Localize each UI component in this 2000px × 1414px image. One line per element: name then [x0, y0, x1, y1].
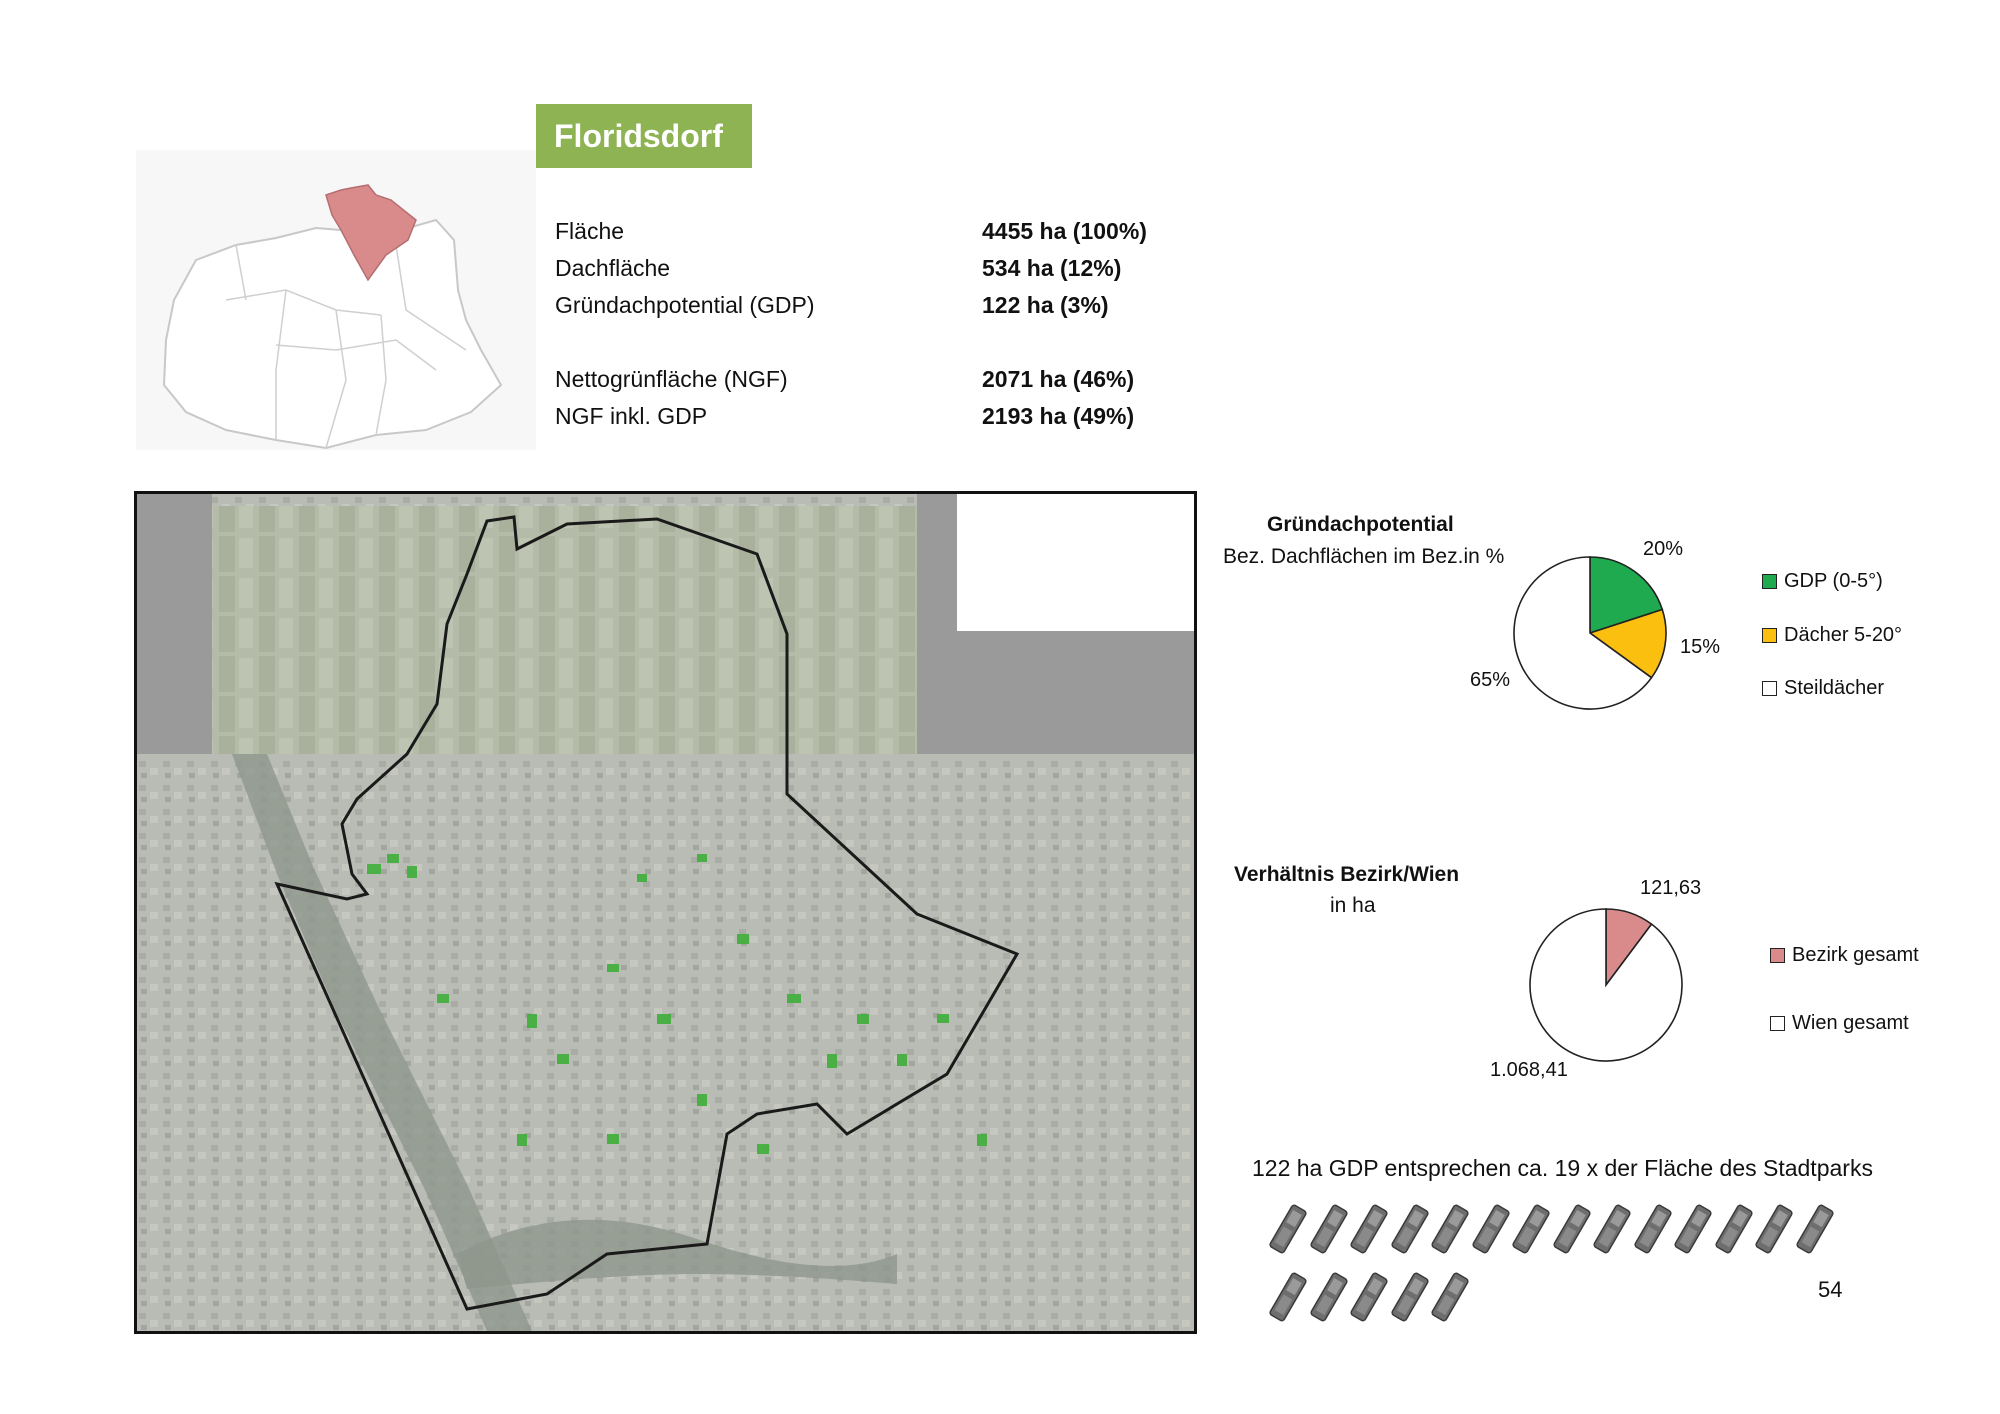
park-icon	[1269, 1204, 1307, 1254]
park-icon	[1593, 1204, 1631, 1254]
park-icon	[1512, 1204, 1550, 1254]
stat-label-ngf-gdp: NGF inkl. GDP	[555, 403, 708, 429]
stat-value-dachflaeche: 534 ha (12%)	[982, 255, 1122, 281]
stat-label-flaeche: Fläche	[555, 218, 625, 244]
legend-swatch-steil	[1762, 681, 1777, 696]
page-number: 54	[1818, 1277, 1843, 1302]
chart1-title: Gründachpotential	[1267, 513, 1454, 536]
legend-swatch-wien	[1770, 1016, 1785, 1031]
district-title-text: Floridsdorf	[554, 117, 723, 154]
legend-label-wien: Wien gesamt	[1792, 1012, 1909, 1034]
legend-swatch-gdp	[1762, 574, 1777, 589]
aerial-map-image	[137, 494, 1194, 1331]
legend-label-gdp: GDP (0-5°)	[1784, 570, 1883, 592]
legend-bezirk: Bezirk gesamt	[1770, 944, 1919, 967]
vienna-locator-map	[136, 150, 536, 450]
park-icon-grid	[1268, 1202, 1848, 1332]
stat-value-ngf-gdp: 2193 ha (49%)	[982, 403, 1135, 429]
pie2-label-bezirk: 121,63	[1640, 877, 1702, 899]
park-icon	[1431, 1204, 1469, 1254]
stat-value-ngf: 2071 ha (46%)	[982, 366, 1135, 392]
park-icon	[1431, 1272, 1469, 1322]
legend-steil: Steildächer	[1762, 677, 1884, 700]
gdp-pie-chart	[1513, 556, 1667, 710]
legend-label-daecher: Dächer 5-20°	[1784, 624, 1903, 646]
park-icon	[1350, 1204, 1388, 1254]
stat-label-ngf: Nettogrünfläche (NGF)	[555, 366, 788, 392]
pie1-label-daecher: 15%	[1680, 636, 1721, 658]
park-icon	[1471, 1204, 1510, 1254]
stat-value-flaeche: 4455 ha (100%)	[982, 218, 1147, 244]
legend-daecher: Dächer 5-20°	[1762, 624, 1902, 647]
legend-wien: Wien gesamt	[1770, 1012, 1909, 1035]
park-icon	[1309, 1204, 1348, 1254]
park-icon	[1350, 1272, 1388, 1322]
stat-label-gdp: Gründachpotential (GDP)	[555, 292, 815, 318]
stat-value-gdp: 122 ha (3%)	[982, 292, 1109, 318]
park-icon	[1795, 1204, 1834, 1254]
pie1-label-gdp: 20%	[1643, 538, 1684, 560]
chart1-subtitle: Bez. Dachflächen im Bez.in %	[1223, 545, 1505, 568]
stat-label-dachflaeche: Dachfläche	[555, 255, 671, 281]
park-icon	[1755, 1204, 1793, 1254]
chart2-title: Verhältnis Bezirk/Wien	[1234, 863, 1460, 886]
legend-label-steil: Steildächer	[1784, 677, 1885, 699]
park-icon	[1390, 1204, 1429, 1254]
legend-label-bezirk: Bezirk gesamt	[1792, 944, 1919, 966]
pie-slice-1	[1529, 908, 1683, 1062]
park-icon	[1633, 1204, 1672, 1254]
pie2-label-wien: 1.068,41	[1490, 1059, 1568, 1081]
park-icon	[1552, 1204, 1591, 1254]
park-icon	[1714, 1204, 1753, 1254]
pie1-label-steil: 65%	[1470, 669, 1511, 691]
comparison-text: 122 ha GDP entsprechen ca. 19 x der Fläc…	[1252, 1155, 1873, 1181]
district-title: Floridsdorf	[536, 104, 752, 168]
legend-swatch-daecher	[1762, 628, 1777, 643]
park-icon	[1390, 1272, 1429, 1322]
legend-gdp: GDP (0-5°)	[1762, 570, 1883, 593]
park-icon	[1674, 1204, 1712, 1254]
aerial-map	[134, 491, 1197, 1334]
bezirk-wien-pie-chart	[1529, 908, 1683, 1062]
park-icon	[1269, 1272, 1307, 1322]
park-icon	[1309, 1272, 1348, 1322]
chart2-subtitle: in ha	[1330, 894, 1376, 917]
legend-swatch-bezirk	[1770, 948, 1785, 963]
